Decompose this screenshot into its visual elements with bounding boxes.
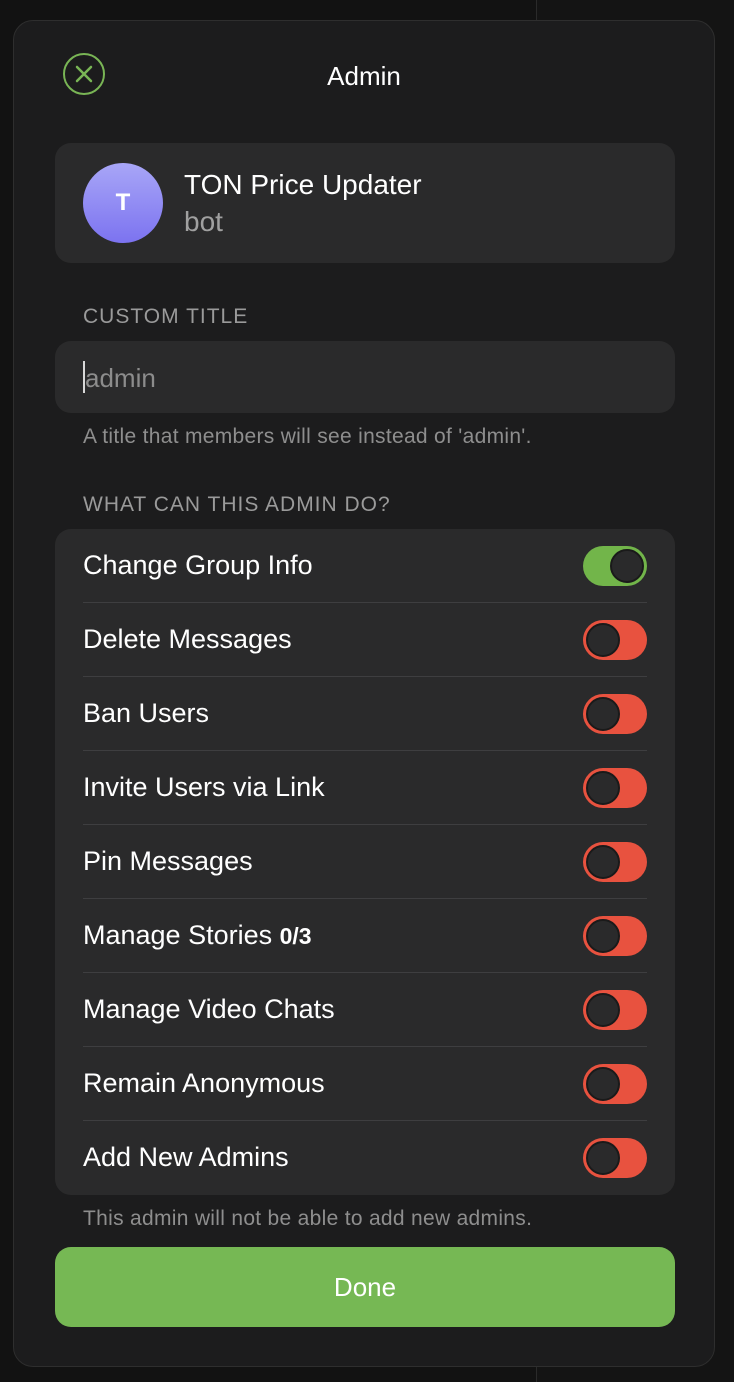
permission-row[interactable]: Manage Video Chats [55,973,675,1047]
permission-label: Invite Users via Link [83,772,325,803]
permission-label-text: Manage Stories [83,920,273,950]
user-name: TON Price Updater [184,169,422,200]
modal-title: Admin [327,61,401,91]
permission-row[interactable]: Remain Anonymous [55,1047,675,1121]
permissions-label: WHAT CAN THIS ADMIN DO? [83,493,391,516]
permission-toggle[interactable] [583,620,647,660]
permission-toggle[interactable] [583,768,647,808]
permission-row[interactable]: Ban Users [55,677,675,751]
admin-rights-modal: Admin T TON Price Updater bot CUSTOM TIT… [13,20,715,1367]
toggle-knob [586,1067,620,1101]
toggle-knob [586,845,620,879]
toggle-knob [586,993,620,1027]
permission-label: Add New Admins [83,1142,289,1173]
permission-count: 0/3 [279,923,312,949]
permission-row[interactable]: Add New Admins [55,1121,675,1195]
permission-label: Manage Video Chats [83,994,335,1025]
toggle-knob [586,771,620,805]
permission-row[interactable]: Pin Messages [55,825,675,899]
permissions-list: Change Group Info Delete Messages Ban User… [55,529,675,1195]
done-button[interactable]: Done [55,1247,675,1327]
permission-toggle[interactable] [583,546,647,586]
permission-row[interactable]: Change Group Info [55,529,675,603]
toggle-knob [586,919,620,953]
custom-title-hint: A title that members will see instead of… [83,425,532,448]
permission-toggle[interactable] [583,1064,647,1104]
permission-toggle[interactable] [583,842,647,882]
permission-label-text: Invite Users via Link [83,772,325,802]
permission-row[interactable]: Delete Messages [55,603,675,677]
permission-row[interactable]: Manage Stories 0/3 [55,899,675,973]
permission-toggle[interactable] [583,1138,647,1178]
toggle-knob [610,549,644,583]
toggle-knob [586,697,620,731]
permission-label-text: Add New Admins [83,1142,289,1172]
custom-title-label: CUSTOM TITLE [83,305,249,328]
permission-label-text: Pin Messages [83,846,253,876]
toggle-knob [586,1141,620,1175]
custom-title-field-container [55,341,675,415]
permission-label-text: Remain Anonymous [83,1068,325,1098]
permission-label-text: Manage Video Chats [83,994,335,1024]
user-subtitle: bot [184,206,223,237]
avatar: T [83,163,163,243]
permission-label-text: Change Group Info [83,550,313,580]
permission-row[interactable]: Invite Users via Link [55,751,675,825]
permission-label: Delete Messages [83,624,292,655]
toggle-knob [586,623,620,657]
permission-label: Change Group Info [83,550,313,581]
permission-label: Remain Anonymous [83,1068,325,1099]
permissions-footer-hint: This admin will not be able to add new a… [83,1207,533,1230]
permission-label-text: Delete Messages [83,624,292,654]
permission-label: Pin Messages [83,846,253,877]
permission-label-text: Ban Users [83,698,210,728]
user-card: T TON Price Updater bot [55,143,675,263]
permission-toggle[interactable] [583,694,647,734]
permission-toggle[interactable] [583,990,647,1030]
permission-label: Manage Stories 0/3 [83,920,312,951]
permission-toggle[interactable] [583,916,647,956]
permission-label: Ban Users [83,698,209,729]
custom-title-input[interactable] [83,341,647,415]
